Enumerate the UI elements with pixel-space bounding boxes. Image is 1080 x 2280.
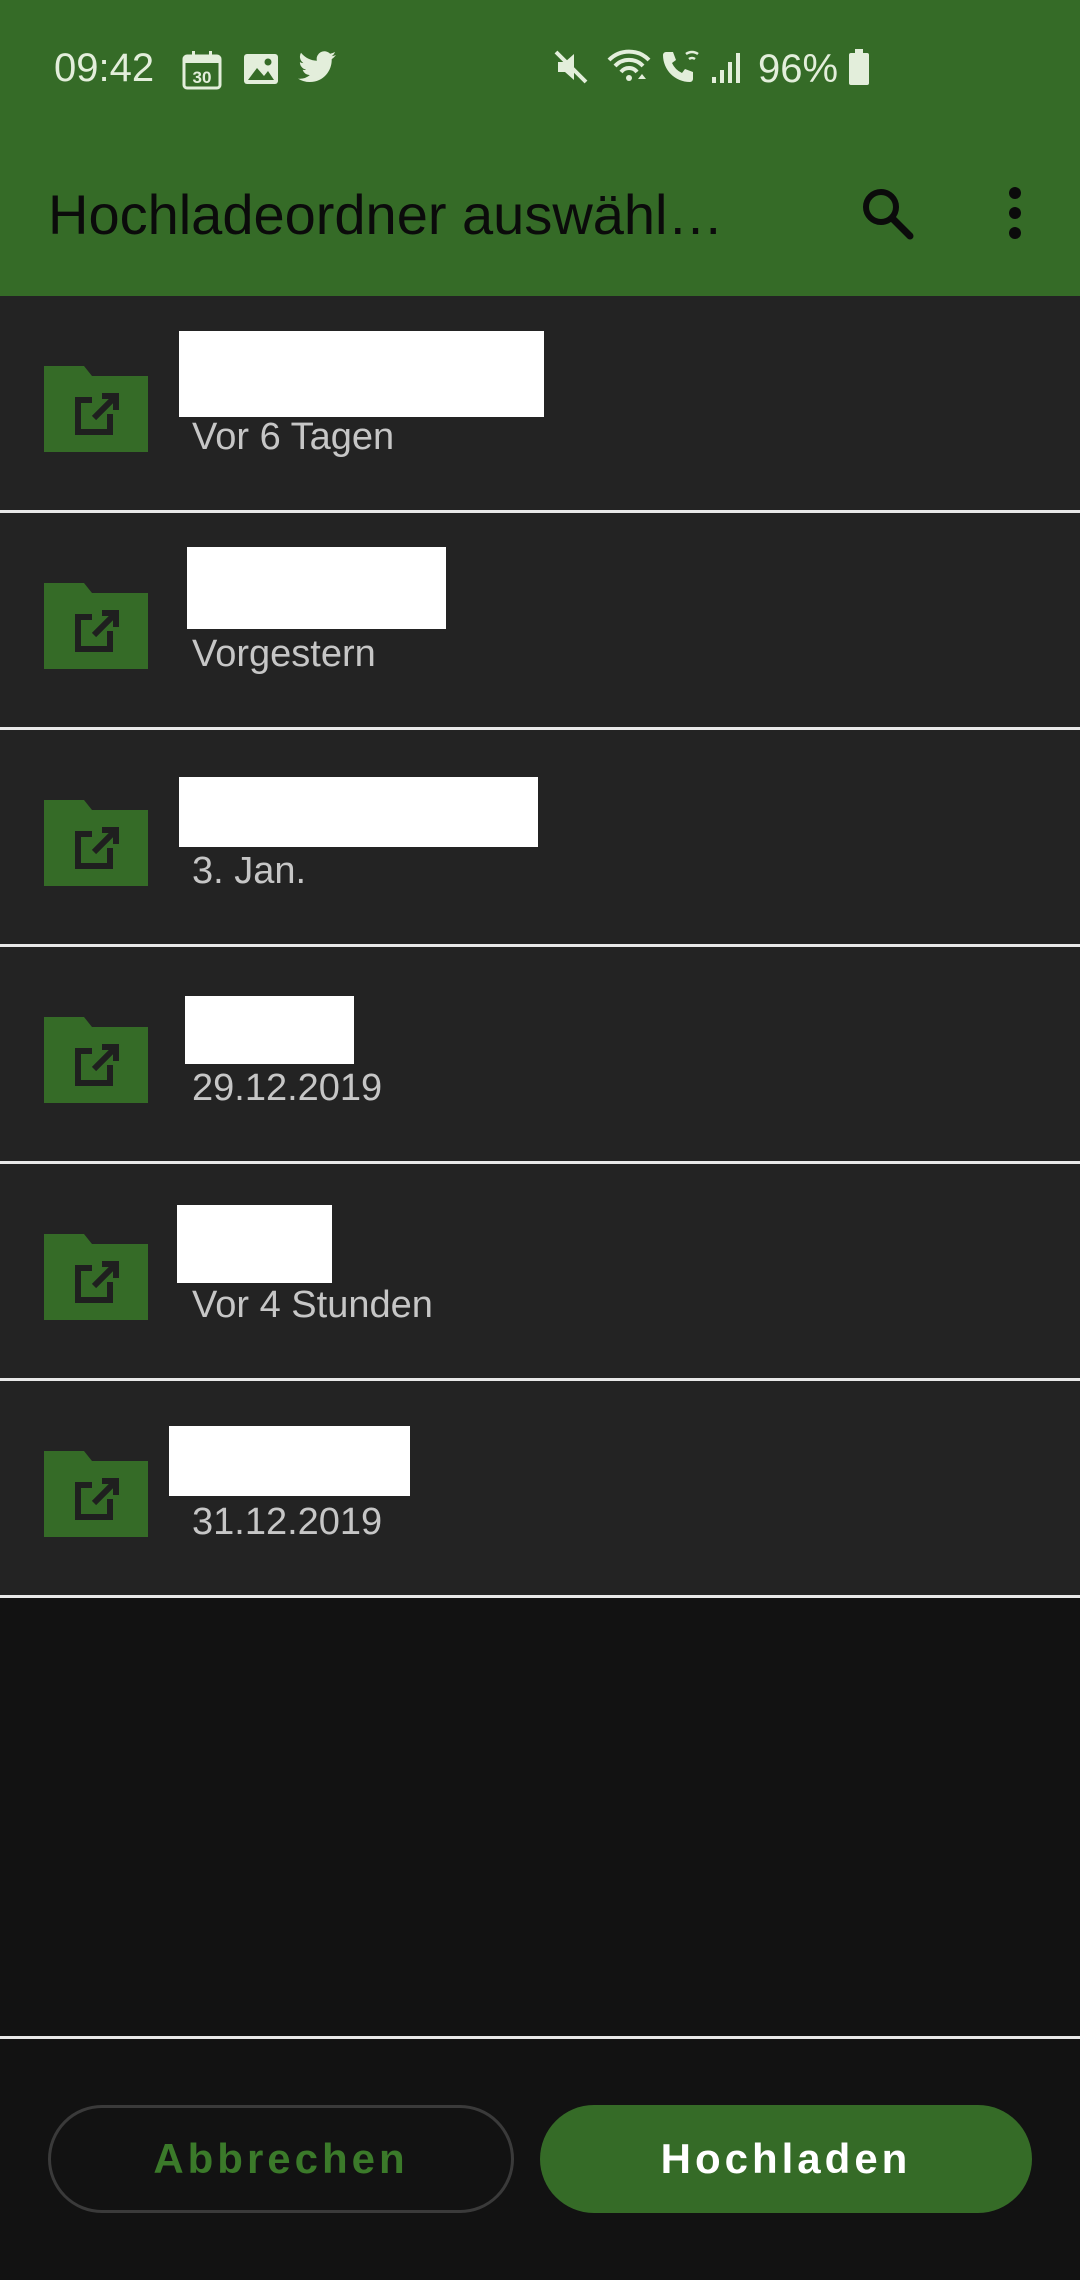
shared-folder-icon xyxy=(44,1011,148,1103)
wifi-icon xyxy=(606,48,652,91)
folder-name-redacted xyxy=(179,777,538,847)
wifi-call-icon xyxy=(660,48,704,91)
battery-percentage: 96% xyxy=(758,46,839,91)
shared-folder-icon xyxy=(44,577,148,669)
folder-name-redacted xyxy=(187,547,446,629)
folder-date: 3. Jan. xyxy=(192,850,307,892)
mute-icon xyxy=(552,48,590,91)
list-item[interactable]: 31.12.2019 xyxy=(0,1381,1080,1598)
folder-name-redacted xyxy=(177,1205,332,1283)
search-button[interactable] xyxy=(842,170,932,260)
list-item[interactable]: 3. Jan. xyxy=(0,730,1080,947)
shared-folder-icon xyxy=(44,1228,148,1320)
list-item[interactable]: Vor 6 Tagen xyxy=(0,296,1080,513)
page-title: Hochladeordner auswähl… xyxy=(48,183,724,246)
bottom-divider xyxy=(0,2036,1080,2039)
more-vert-icon xyxy=(1007,186,1023,244)
folder-date: Vor 4 Stunden xyxy=(192,1284,433,1326)
signal-icon xyxy=(710,49,744,90)
search-icon xyxy=(858,184,916,247)
calendar-icon: 30 xyxy=(182,50,222,95)
twitter-icon xyxy=(298,50,338,91)
folder-date: Vor 6 Tagen xyxy=(192,416,395,458)
calendar-day: 30 xyxy=(193,68,212,87)
list-item[interactable]: 29.12.2019 xyxy=(0,947,1080,1164)
list-item[interactable]: Vorgestern xyxy=(0,513,1080,730)
app-bar: Hochladeordner auswähl… xyxy=(0,140,1080,296)
status-time: 09:42 xyxy=(54,46,155,90)
folder-name-redacted xyxy=(169,1426,410,1496)
folder-name-redacted xyxy=(179,331,544,417)
shared-folder-icon xyxy=(44,794,148,886)
list-item[interactable]: Vor 4 Stunden xyxy=(0,1164,1080,1381)
upload-button[interactable]: Hochladen xyxy=(540,2105,1032,2213)
status-bar: 09:42 30 96% xyxy=(0,0,1080,140)
shared-folder-icon xyxy=(44,1445,148,1537)
folder-date: 29.12.2019 xyxy=(192,1067,383,1109)
shared-folder-icon xyxy=(44,360,148,452)
status-right-group: 96% xyxy=(552,46,870,92)
more-options-button[interactable] xyxy=(970,170,1060,260)
cancel-button[interactable]: Abbrechen xyxy=(48,2105,514,2213)
battery-icon xyxy=(848,48,870,91)
folder-list: Vor 6 Tagen Vorgestern 3. Jan. 29.12.201… xyxy=(0,296,1080,1598)
folder-date: Vorgestern xyxy=(192,633,376,675)
folder-date: 31.12.2019 xyxy=(192,1501,383,1543)
folder-name-redacted xyxy=(185,996,354,1064)
image-icon xyxy=(242,50,280,93)
screen: 09:42 30 96% Hochladeordner auswähl… Vor… xyxy=(0,0,1080,2280)
